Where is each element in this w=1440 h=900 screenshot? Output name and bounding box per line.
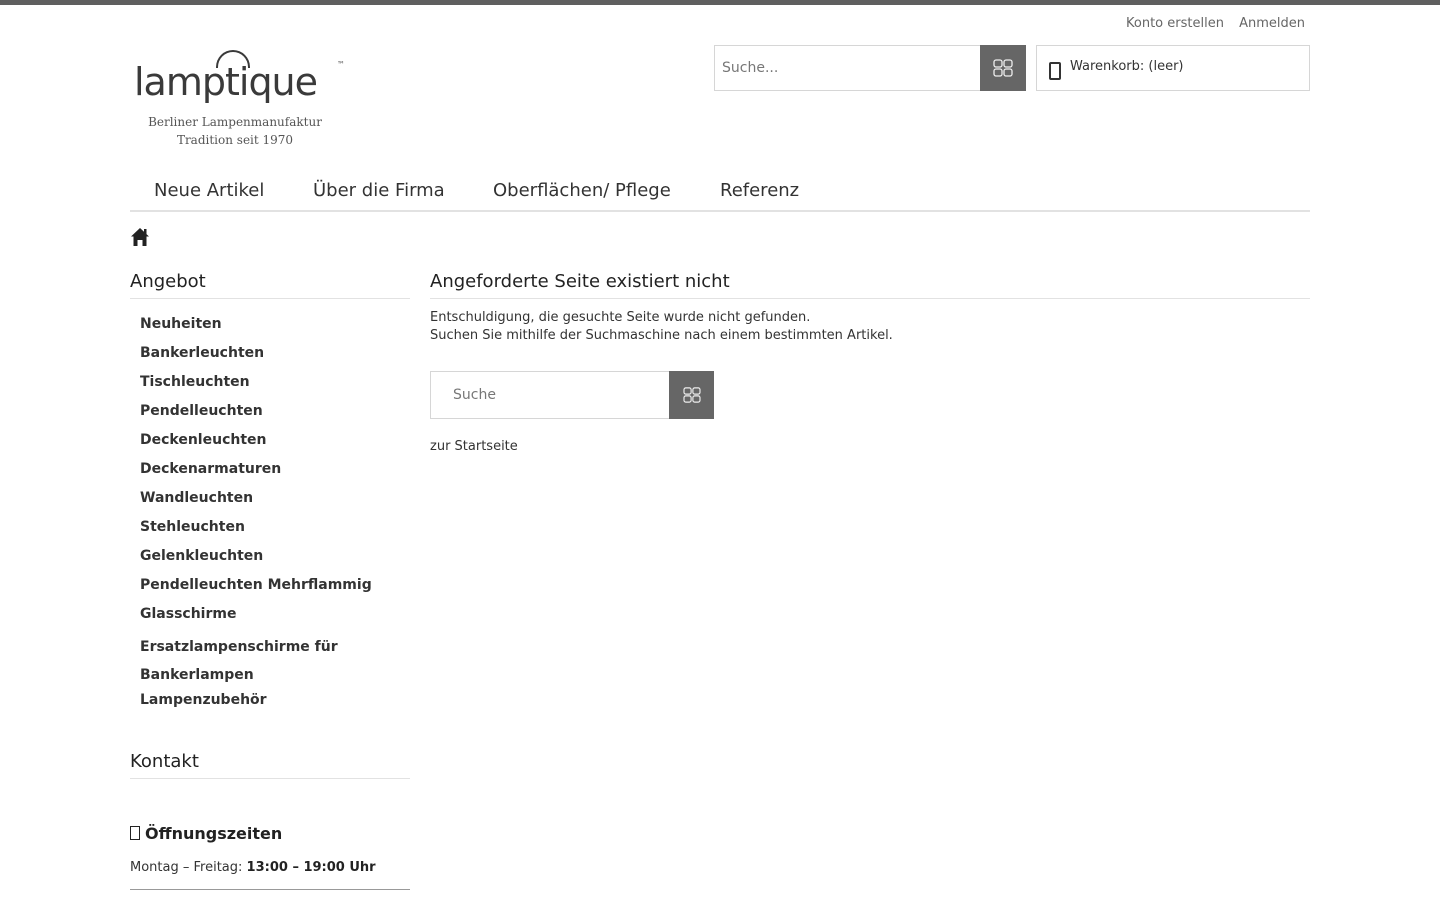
logo[interactable]: lamptique ™ Berliner Lampenmanufaktur Tr…: [130, 46, 350, 150]
logo-wordmark: lamptique: [134, 60, 318, 104]
page-search-input[interactable]: [431, 372, 667, 418]
sidebar-item-deckenleuchten[interactable]: Deckenleuchten: [140, 430, 400, 459]
nav-item-new-articles[interactable]: Neue Artikel: [154, 180, 264, 201]
sidebar-item-wandleuchten[interactable]: Wandleuchten: [140, 488, 400, 517]
sidebar-item-pendelleuchten-mehrflammig[interactable]: Pendelleuchten Mehrflammig: [140, 575, 400, 604]
home-icon[interactable]: [130, 227, 150, 247]
create-account-link[interactable]: Konto erstellen: [1126, 16, 1224, 31]
hours-days: Montag – Freitag:: [130, 860, 243, 875]
opening-hours-title: Öffnungszeiten: [130, 824, 282, 843]
clock-icon: [130, 826, 140, 840]
header-search: [714, 45, 1026, 91]
hours-time: 13:00 – 19:00 Uhr: [246, 860, 376, 875]
sidebar-item-neuheiten[interactable]: Neuheiten: [140, 314, 400, 343]
sidebar-item-pendelleuchten[interactable]: Pendelleuchten: [140, 401, 400, 430]
sidebar-item-ersatzlampenschirme[interactable]: Ersatzlampenschirme für Bankerlampen: [140, 633, 350, 690]
sidebar-item-gelenkleuchten[interactable]: Gelenkleuchten: [140, 546, 400, 575]
sidebar-item-deckenarmaturen[interactable]: Deckenarmaturen: [140, 459, 400, 488]
login-link[interactable]: Anmelden: [1239, 16, 1305, 31]
sidebar-item-lampenzubehoer[interactable]: Lampenzubehör: [140, 690, 400, 719]
cart-icon: [1049, 62, 1061, 80]
nav-item-surfaces[interactable]: Oberflächen/ Pflege: [493, 180, 671, 201]
error-message-1: Entschuldigung, die gesuchte Seite wurde…: [430, 310, 811, 325]
home-page-link[interactable]: zur Startseite: [430, 439, 518, 454]
nav-item-about[interactable]: Über die Firma: [313, 180, 445, 201]
error-message-2: Suchen Sie mithilfe der Suchmaschine nac…: [430, 328, 893, 343]
page-title: Angeforderte Seite existiert nicht: [430, 271, 1310, 299]
sidebar-category-list: Neuheiten Bankerleuchten Tischleuchten P…: [140, 314, 400, 719]
opening-hours-label: Öffnungszeiten: [145, 824, 283, 843]
cart-label: Warenkorb: (leer): [1070, 59, 1184, 74]
opening-hours-line: Montag – Freitag: 13:00 – 19:00 Uhr: [130, 860, 410, 890]
sidebar-item-tischleuchten[interactable]: Tischleuchten: [140, 372, 400, 401]
sidebar-title: Angebot: [130, 271, 410, 299]
page-search-button[interactable]: [669, 371, 714, 419]
sidebar-item-bankerleuchten[interactable]: Bankerleuchten: [140, 343, 400, 372]
sidebar-item-stehleuchten[interactable]: Stehleuchten: [140, 517, 400, 546]
logo-subtitle-1: Berliner Lampenmanufaktur: [148, 115, 322, 129]
cart-block[interactable]: Warenkorb: (leer): [1036, 45, 1310, 91]
search-icon: [993, 59, 1013, 77]
logo-trademark: ™: [337, 60, 345, 69]
nav-item-reference[interactable]: Referenz: [720, 180, 799, 201]
search-icon: [682, 387, 701, 403]
contact-title: Kontakt: [130, 751, 410, 779]
sidebar-item-glasschirme[interactable]: Glasschirme: [140, 604, 400, 633]
account-links: Konto erstellen Anmelden: [1115, 16, 1305, 31]
logo-subtitle-2: Tradition seit 1970: [176, 133, 294, 147]
page-search: [430, 371, 714, 419]
main-nav: Neue Artikel Über die Firma Oberflächen/…: [130, 170, 1310, 212]
top-bar: [0, 0, 1440, 5]
header-search-input[interactable]: [715, 46, 981, 90]
header-search-button[interactable]: [980, 45, 1026, 91]
